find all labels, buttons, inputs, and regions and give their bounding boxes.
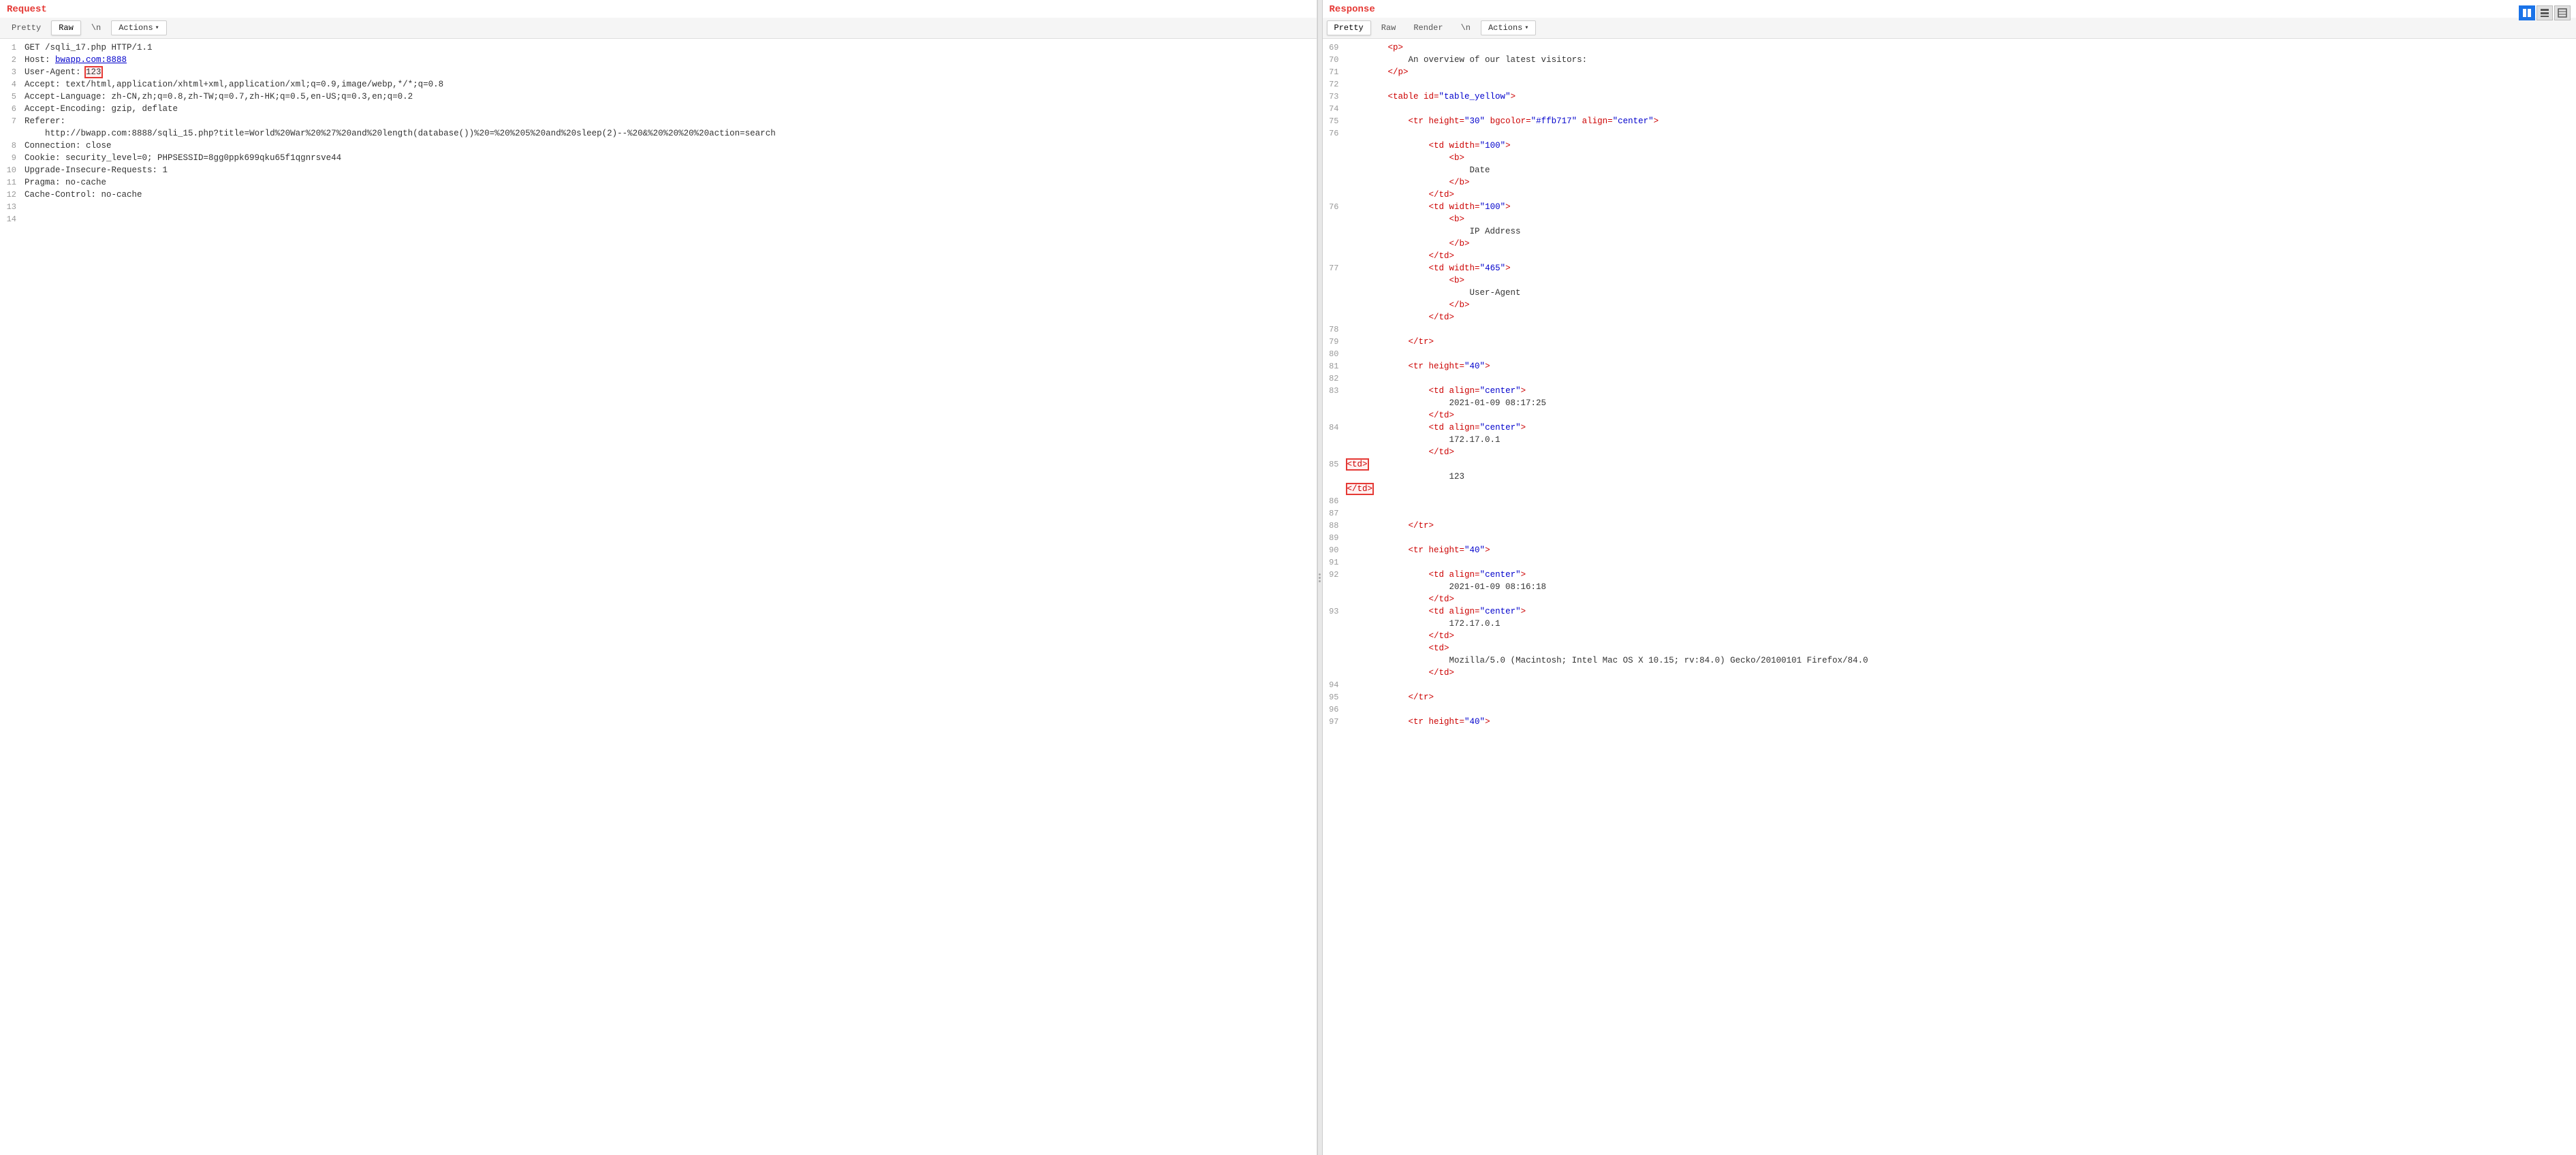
response-panel: Response Pretty Raw Render \n Actions ▾ … bbox=[1323, 0, 2576, 1155]
response-line-123: 123 bbox=[1323, 471, 2576, 483]
response-line-78: 78 bbox=[1323, 323, 2576, 336]
response-line-92: 92 <td align="center"> bbox=[1323, 569, 2576, 581]
response-line-b3: <b> bbox=[1323, 274, 2576, 287]
response-newline-tab[interactable]: \n bbox=[1454, 20, 1478, 35]
request-line-2: 2 Host: bwapp.com:8888 bbox=[0, 54, 1317, 66]
response-line-82: 82 bbox=[1323, 373, 2576, 385]
response-line-81: 81 <tr height="40"> bbox=[1323, 360, 2576, 373]
response-line-71: 71 </p> bbox=[1323, 66, 2576, 78]
response-line-mozilla: Mozilla/5.0 (Macintosh; Intel Mac OS X 1… bbox=[1323, 654, 2576, 667]
response-line-97: 97 <tr height="40"> bbox=[1323, 716, 2576, 728]
response-line-90: 90 <tr height="40"> bbox=[1323, 544, 2576, 556]
request-line-11: 11 Pragma: no-cache bbox=[0, 176, 1317, 189]
response-line-date1: 2021-01-09 08:17:25 bbox=[1323, 397, 2576, 409]
response-toolbar: Pretty Raw Render \n Actions ▾ bbox=[1323, 18, 2576, 39]
response-line-td2-close: </td> bbox=[1323, 250, 2576, 262]
response-line-date2: 2021-01-09 08:16:18 bbox=[1323, 581, 2576, 593]
list-view-button[interactable] bbox=[2536, 5, 2553, 20]
response-line-73: 73 <table id="table_yellow"> bbox=[1323, 91, 2576, 103]
response-line-74: 74 bbox=[1323, 103, 2576, 115]
response-line-td1-close: </td> bbox=[1323, 189, 2576, 201]
response-line-93-td: <td> bbox=[1323, 642, 2576, 654]
response-line-93-close: </td> bbox=[1323, 630, 2576, 642]
response-line-72: 72 bbox=[1323, 78, 2576, 91]
response-line-85: 85 <td> bbox=[1323, 458, 2576, 471]
response-line-b2-close: </b> bbox=[1323, 238, 2576, 250]
response-line-94: 94 bbox=[1323, 679, 2576, 691]
single-view-button[interactable] bbox=[2554, 5, 2571, 20]
request-raw-tab[interactable]: Raw bbox=[51, 20, 81, 35]
request-line-10: 10 Upgrade-Insecure-Requests: 1 bbox=[0, 164, 1317, 176]
response-line-70: 70 An overview of our latest visitors: bbox=[1323, 54, 2576, 66]
response-actions-chevron: ▾ bbox=[1524, 24, 1528, 32]
request-line-12: 12 Cache-Control: no-cache bbox=[0, 189, 1317, 201]
response-line-83: 83 <td align="center"> bbox=[1323, 385, 2576, 397]
response-line-84-close: </td> bbox=[1323, 446, 2576, 458]
request-panel: Request Pretty Raw \n Actions ▾ 1 GET /s… bbox=[0, 0, 1317, 1155]
response-line-69: 69 <p> bbox=[1323, 42, 2576, 54]
request-actions-chevron: ▾ bbox=[155, 24, 159, 32]
response-line-76a: 76 bbox=[1323, 127, 2576, 140]
response-line-date: Date bbox=[1323, 164, 2576, 176]
response-content[interactable]: 69 <p> 70 An overview of our latest visi… bbox=[1323, 39, 2576, 1155]
request-actions-label: Actions bbox=[119, 23, 153, 33]
response-line-93-td-close: </td> bbox=[1323, 667, 2576, 679]
request-line-13: 13 bbox=[0, 201, 1317, 213]
response-line-88: 88 </tr> bbox=[1323, 520, 2576, 532]
request-pretty-tab[interactable]: Pretty bbox=[4, 20, 48, 35]
response-line-87: 87 bbox=[1323, 507, 2576, 520]
response-pretty-tab[interactable]: Pretty bbox=[1327, 20, 1371, 35]
response-title: Response bbox=[1323, 0, 2576, 18]
request-line-1: 1 GET /sqli_17.php HTTP/1.1 bbox=[0, 42, 1317, 54]
request-line-14: 14 bbox=[0, 213, 1317, 225]
view-toggle bbox=[2519, 5, 2571, 20]
response-line-91: 91 bbox=[1323, 556, 2576, 569]
split-view-button[interactable] bbox=[2519, 5, 2535, 20]
response-line-84: 84 <td align="center"> bbox=[1323, 422, 2576, 434]
request-toolbar: Pretty Raw \n Actions ▾ bbox=[0, 18, 1317, 39]
main-container: Request Pretty Raw \n Actions ▾ 1 GET /s… bbox=[0, 0, 2576, 1155]
response-line-ip: IP Address bbox=[1323, 225, 2576, 238]
request-title: Request bbox=[0, 0, 1317, 18]
response-line-ip1: 172.17.0.1 bbox=[1323, 434, 2576, 446]
response-line-79: 79 </tr> bbox=[1323, 336, 2576, 348]
response-line-92-close: </td> bbox=[1323, 593, 2576, 605]
response-line-86: 86 bbox=[1323, 495, 2576, 507]
response-line-83-close: </td> bbox=[1323, 409, 2576, 422]
request-line-8: 8 Connection: close bbox=[0, 140, 1317, 152]
response-line-b1-close: </b> bbox=[1323, 176, 2576, 189]
request-line-3: 3 User-Agent: 123 bbox=[0, 66, 1317, 78]
response-actions-label: Actions bbox=[1488, 23, 1522, 33]
response-line-b1: <b> bbox=[1323, 152, 2576, 164]
response-line-76: 76 <td width="100"> bbox=[1323, 201, 2576, 213]
response-line-77: 77 <td width="465"> bbox=[1323, 262, 2576, 274]
request-line-4: 4 Accept: text/html,application/xhtml+xm… bbox=[0, 78, 1317, 91]
response-line-85-close: </td> bbox=[1323, 483, 2576, 495]
response-line-96: 96 bbox=[1323, 703, 2576, 716]
response-line-td3-close: </td> bbox=[1323, 311, 2576, 323]
request-line-7b: http://bwapp.com:8888/sqli_15.php?title=… bbox=[0, 127, 1317, 140]
request-newline-tab[interactable]: \n bbox=[84, 20, 108, 35]
response-line-95: 95 </tr> bbox=[1323, 691, 2576, 703]
request-content[interactable]: 1 GET /sqli_17.php HTTP/1.1 2 Host: bwap… bbox=[0, 39, 1317, 1155]
response-line-75: 75 <tr height="30" bgcolor="#ffb717" ali… bbox=[1323, 115, 2576, 127]
request-line-5: 5 Accept-Language: zh-CN,zh;q=0.8,zh-TW;… bbox=[0, 91, 1317, 103]
response-line-89: 89 bbox=[1323, 532, 2576, 544]
request-line-7a: 7 Referer: bbox=[0, 115, 1317, 127]
response-actions-button[interactable]: Actions ▾ bbox=[1481, 20, 1536, 35]
request-line-9: 9 Cookie: security_level=0; PHPSESSID=8g… bbox=[0, 152, 1317, 164]
response-line-80: 80 bbox=[1323, 348, 2576, 360]
response-line-ip2: 172.17.0.1 bbox=[1323, 618, 2576, 630]
request-line-6: 6 Accept-Encoding: gzip, deflate bbox=[0, 103, 1317, 115]
response-line-b3-close: </b> bbox=[1323, 299, 2576, 311]
response-line-ua: User-Agent bbox=[1323, 287, 2576, 299]
response-line-93: 93 <td align="center"> bbox=[1323, 605, 2576, 618]
request-actions-button[interactable]: Actions ▾ bbox=[111, 20, 166, 35]
panel-divider[interactable] bbox=[1317, 0, 1323, 1155]
response-line-b2: <b> bbox=[1323, 213, 2576, 225]
response-render-tab[interactable]: Render bbox=[1406, 20, 1450, 35]
response-raw-tab[interactable]: Raw bbox=[1374, 20, 1404, 35]
response-line-td1: <td width="100"> bbox=[1323, 140, 2576, 152]
